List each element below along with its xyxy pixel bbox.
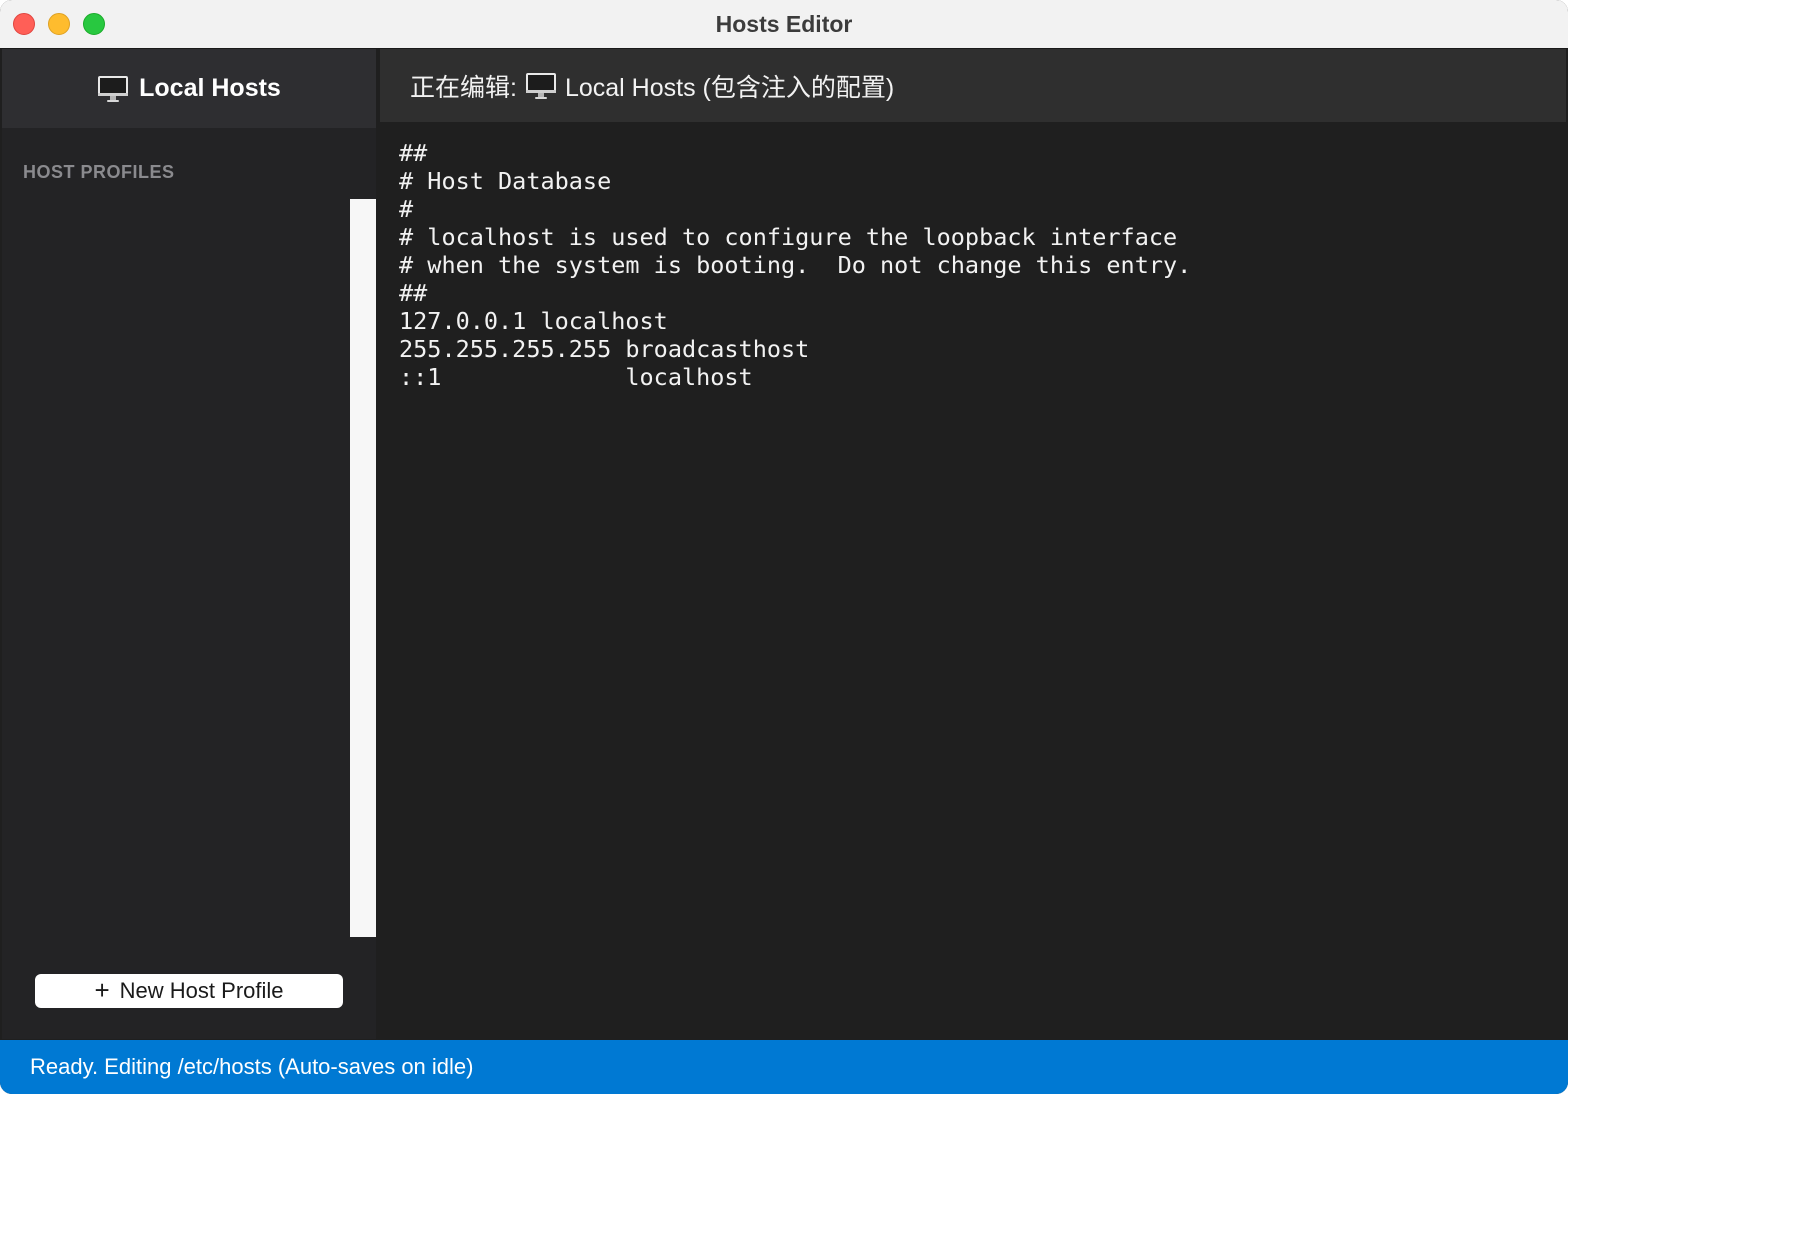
- editor-pane: 正在编辑: Local Hosts (包含注入的配置) ## # Host Da…: [380, 49, 1566, 1039]
- new-host-profile-label: New Host Profile: [119, 978, 284, 1003]
- status-bar: Ready. Editing /etc/hosts (Auto-saves on…: [0, 1040, 1568, 1094]
- monitor-icon: [97, 75, 129, 103]
- title-bar: Hosts Editor: [0, 0, 1568, 49]
- editing-prefix: 正在编辑:: [410, 73, 517, 102]
- editor-header: 正在编辑: Local Hosts (包含注入的配置): [380, 49, 1566, 122]
- editing-profile-name: Local Hosts (包含注入的配置): [564, 73, 895, 102]
- plus-icon: +: [94, 975, 110, 1005]
- sidebar: Local Hosts HOST PROFILES + New Host Pro…: [2, 49, 376, 1039]
- sidebar-item-local-hosts[interactable]: Local Hosts: [2, 49, 376, 128]
- host-profiles-section-label: HOST PROFILES: [23, 162, 175, 182]
- hosts-text-editor[interactable]: ## # Host Database # # localhost is used…: [380, 139, 1566, 1029]
- sidebar-header-title: Local Hosts: [139, 74, 281, 102]
- profiles-scrollbar[interactable]: [350, 199, 376, 937]
- new-host-profile-button[interactable]: + New Host Profile: [35, 974, 343, 1008]
- window-title: Hosts Editor: [715, 11, 853, 37]
- monitor-icon: [525, 72, 557, 100]
- app-window: Hosts Editor Local Hosts HOST PROFILES +…: [0, 0, 1568, 1094]
